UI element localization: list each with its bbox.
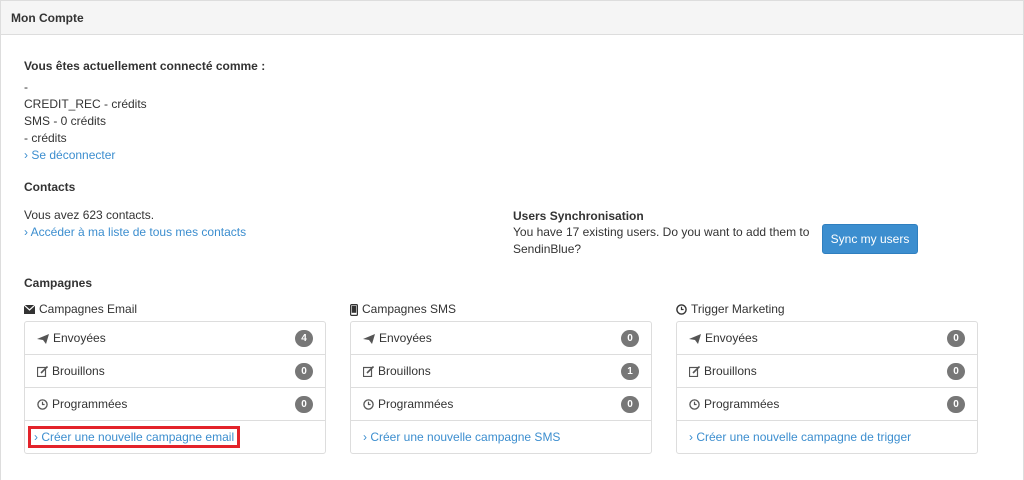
contacts-list-link[interactable]: › Accéder à ma liste de tous mes contact… (24, 224, 246, 241)
clock-icon (676, 302, 687, 316)
list-item-sent[interactable]: Envoyées 0 (351, 322, 651, 355)
count-badge: 0 (947, 362, 965, 380)
list-item-scheduled[interactable]: Programmées 0 (25, 388, 325, 421)
sync-users-button[interactable]: Sync my users (822, 224, 918, 254)
logout-link[interactable]: › Se déconnecter (24, 147, 115, 164)
count-badge: 4 (295, 329, 313, 347)
count-badge: 0 (621, 329, 639, 347)
list-item-scheduled[interactable]: Programmées 0 (677, 388, 977, 421)
create-sms-campaign-link[interactable]: › Créer une nouvelle campagne SMS (363, 430, 560, 444)
count-badge: 0 (947, 329, 965, 347)
column-title: Campagnes Email (39, 302, 138, 316)
campaigns-heading: Campagnes (24, 276, 93, 290)
count-badge: 0 (621, 395, 639, 413)
list-item-label: Programmées (704, 397, 780, 411)
list-item-label: Programmées (378, 397, 454, 411)
campaigns-sms-title: Campagnes SMS (350, 302, 456, 316)
list-item-drafts[interactable]: Brouillons 1 (351, 355, 651, 388)
account-line: CREDIT_REC - crédits (24, 97, 147, 111)
account-line: SMS - 0 crédits (24, 114, 107, 128)
campaigns-email-title: Campagnes Email (24, 302, 137, 316)
campaigns-trigger-title: Trigger Marketing (676, 302, 785, 316)
column-title: Trigger Marketing (691, 302, 785, 316)
count-badge: 0 (295, 362, 313, 380)
list-item-sent[interactable]: Envoyées 4 (25, 322, 325, 355)
account-panel: Mon Compte Vous êtes actuellement connec… (0, 0, 1024, 480)
list-item-label: Programmées (52, 397, 128, 411)
create-trigger-campaign-link[interactable]: › Créer une nouvelle campagne de trigger (689, 430, 911, 444)
paper-plane-icon (37, 331, 49, 345)
email-campaign-list: Envoyées 4 Brouillons 0 Programmées 0 › … (24, 321, 326, 454)
clock-icon (363, 397, 374, 411)
list-item-label: Envoyées (53, 331, 106, 345)
list-item-drafts[interactable]: Brouillons 0 (25, 355, 325, 388)
list-item-drafts[interactable]: Brouillons 0 (677, 355, 977, 388)
edit-icon (363, 364, 374, 378)
account-heading: Vous êtes actuellement connecté comme : (24, 59, 266, 73)
sync-heading: Users Synchronisation (513, 209, 644, 223)
list-item-sent[interactable]: Envoyées 0 (677, 322, 977, 355)
create-email-campaign-link[interactable]: › Créer une nouvelle campagne email (28, 426, 241, 448)
count-badge: 0 (295, 395, 313, 413)
sms-campaign-list: Envoyées 0 Brouillons 1 Programmées 0 › … (350, 321, 652, 454)
edit-icon (689, 364, 700, 378)
list-item-label: Brouillons (378, 364, 431, 378)
contacts-count: Vous avez 623 contacts. (24, 208, 155, 222)
count-badge: 0 (947, 395, 965, 413)
account-line: - (24, 80, 28, 94)
contacts-heading: Contacts (24, 180, 76, 194)
list-footer: › Créer une nouvelle campagne email (25, 421, 325, 453)
list-footer: › Créer une nouvelle campagne SMS (351, 421, 651, 453)
sync-text: You have 17 existing users. Do you want … (513, 225, 810, 239)
list-item-label: Envoyées (705, 331, 758, 345)
count-badge: 1 (621, 362, 639, 380)
clock-icon (689, 397, 700, 411)
column-title: Campagnes SMS (362, 302, 457, 316)
clock-icon (37, 397, 48, 411)
paper-plane-icon (689, 331, 701, 345)
list-item-label: Brouillons (52, 364, 105, 378)
paper-plane-icon (363, 331, 375, 345)
list-item-label: Envoyées (379, 331, 432, 345)
list-footer: › Créer une nouvelle campagne de trigger (677, 421, 977, 453)
list-item-scheduled[interactable]: Programmées 0 (351, 388, 651, 421)
sync-text: SendinBlue? (513, 242, 582, 256)
panel-title: Mon Compte (1, 1, 1023, 35)
trigger-campaign-list: Envoyées 0 Brouillons 0 Programmées 0 › … (676, 321, 978, 454)
account-line: - crédits (24, 131, 67, 145)
mobile-icon (350, 302, 358, 316)
envelope-icon (24, 302, 35, 316)
edit-icon (37, 364, 48, 378)
list-item-label: Brouillons (704, 364, 757, 378)
